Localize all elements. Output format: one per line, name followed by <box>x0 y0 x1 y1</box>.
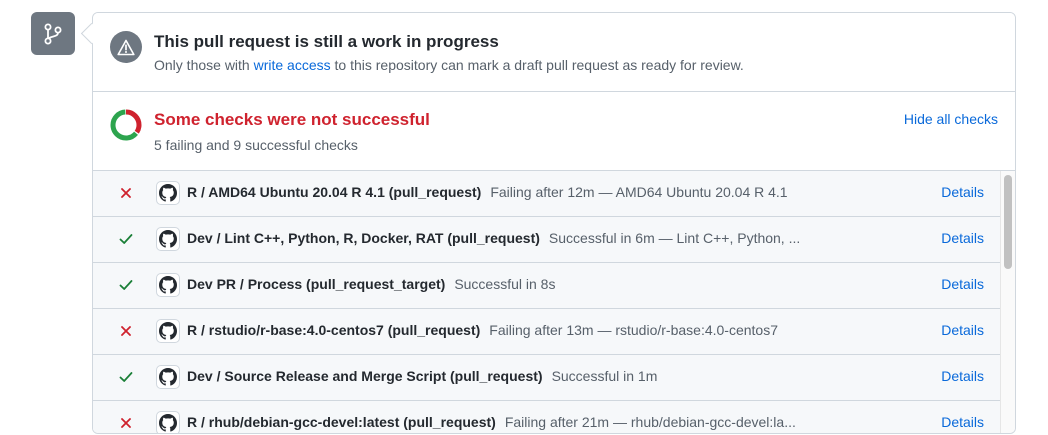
draft-desc-text-end: to this repository can mark a draft pull… <box>330 57 744 73</box>
draft-desc-text: Only those with <box>154 57 254 73</box>
check-row: R / rstudio/r-base:4.0-centos7 (pull_req… <box>93 309 1000 355</box>
details-link[interactable]: Details <box>941 230 984 246</box>
draft-description: Only those with write access to this rep… <box>154 57 744 73</box>
check-row: Dev / Source Release and Merge Script (p… <box>93 355 1000 401</box>
checks-summary: Some checks were not successful 5 failin… <box>93 92 1015 171</box>
check-name: Dev PR / Process (pull_request_target) <box>187 276 446 292</box>
github-icon <box>156 319 180 343</box>
check-description: Failing after 12m — AMD64 Ubuntu 20.04 R… <box>490 184 788 200</box>
check-text: Dev / Lint C++, Python, R, Docker, RAT (… <box>187 230 917 246</box>
check-name: Dev / Source Release and Merge Script (p… <box>187 368 543 384</box>
checks-list: R / AMD64 Ubuntu 20.04 R 4.1 (pull_reque… <box>93 171 1000 433</box>
details-link[interactable]: Details <box>941 322 984 338</box>
check-description: Successful in 8s <box>454 276 556 292</box>
write-access-link[interactable]: write access <box>254 57 331 73</box>
check-name: Dev / Lint C++, Python, R, Docker, RAT (… <box>187 230 540 246</box>
github-icon <box>156 181 180 205</box>
check-row: Dev / Lint C++, Python, R, Docker, RAT (… <box>93 217 1000 263</box>
checks-scrollbar[interactable] <box>1000 171 1015 433</box>
checks-subtitle: 5 failing and 9 successful checks <box>154 137 358 153</box>
check-text: Dev / Source Release and Merge Script (p… <box>187 368 917 384</box>
check-text: R / rhub/debian-gcc-devel:latest (pull_r… <box>187 414 917 430</box>
check-text: R / AMD64 Ubuntu 20.04 R 4.1 (pull_reque… <box>187 184 917 200</box>
check-name: R / rhub/debian-gcc-devel:latest (pull_r… <box>187 414 496 430</box>
hide-all-checks-link[interactable]: Hide all checks <box>904 111 998 127</box>
details-link[interactable]: Details <box>941 368 984 384</box>
github-icon <box>156 365 180 389</box>
github-icon <box>156 227 180 251</box>
details-link[interactable]: Details <box>941 184 984 200</box>
github-icon <box>156 273 180 297</box>
check-text: R / rstudio/r-base:4.0-centos7 (pull_req… <box>187 322 917 338</box>
checks-status-ring <box>110 109 142 141</box>
alert-icon <box>110 31 142 63</box>
check-row: R / AMD64 Ubuntu 20.04 R 4.1 (pull_reque… <box>93 171 1000 217</box>
merge-box: This pull request is still a work in pro… <box>92 12 1016 434</box>
check-icon <box>117 368 135 386</box>
scrollbar-thumb[interactable] <box>1004 175 1012 269</box>
check-name: R / AMD64 Ubuntu 20.04 R 4.1 (pull_reque… <box>187 184 482 200</box>
draft-notice: This pull request is still a work in pro… <box>93 13 1015 92</box>
check-icon <box>117 276 135 294</box>
x-icon <box>117 414 135 432</box>
draft-title: This pull request is still a work in pro… <box>154 32 499 51</box>
details-link[interactable]: Details <box>941 276 984 292</box>
check-name: R / rstudio/r-base:4.0-centos7 (pull_req… <box>187 322 481 338</box>
check-description: Successful in 1m <box>551 368 658 384</box>
check-icon <box>117 230 135 248</box>
github-icon <box>156 411 180 433</box>
check-description: Successful in 6m — Lint C++, Python, ... <box>548 230 801 246</box>
x-icon <box>117 322 135 340</box>
check-row: Dev PR / Process (pull_request_target) Su… <box>93 263 1000 309</box>
check-text: Dev PR / Process (pull_request_target) Su… <box>187 276 917 292</box>
check-description: Failing after 13m — rstudio/r-base:4.0-c… <box>489 322 778 338</box>
check-row: R / rhub/debian-gcc-devel:latest (pull_r… <box>93 401 1000 433</box>
check-description: Failing after 21m — rhub/debian-gcc-deve… <box>504 414 796 430</box>
git-branch-icon <box>31 12 75 55</box>
x-icon <box>117 184 135 202</box>
details-link[interactable]: Details <box>941 414 984 430</box>
checks-title: Some checks were not successful <box>154 110 430 129</box>
